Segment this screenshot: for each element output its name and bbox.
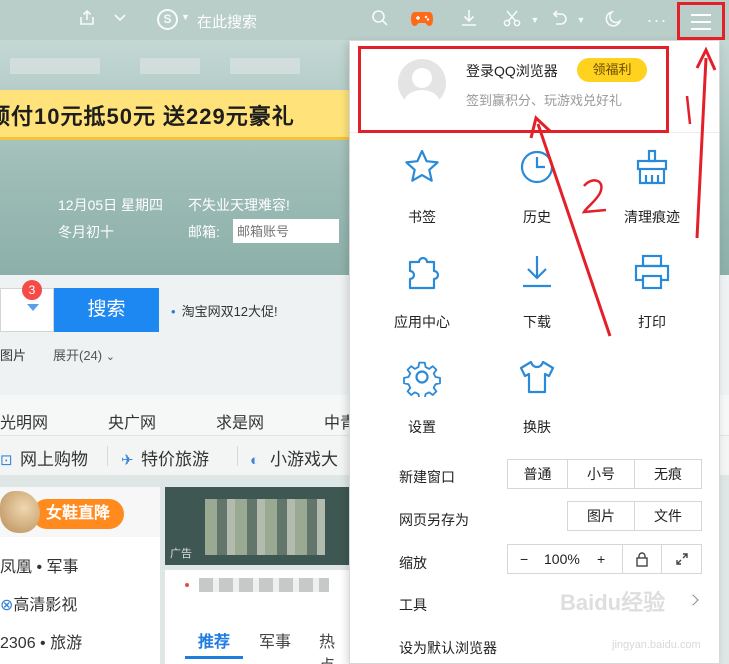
broom-icon [636, 149, 668, 185]
lunar-date: 冬月初十 [58, 224, 114, 240]
share-icon[interactable] [75, 8, 99, 32]
zoom-control: − 100% + [507, 544, 623, 574]
download-icon [523, 256, 551, 288]
site-link[interactable]: 光明网 [0, 409, 48, 433]
undo-caret-icon[interactable]: ▼ [569, 8, 593, 32]
annotation-box-menu [677, 2, 725, 40]
shoe-banner[interactable]: 女鞋直降 [0, 487, 160, 537]
menu-item-tools[interactable]: 工具 [399, 595, 427, 615]
news-tab[interactable]: 推荐 [198, 628, 230, 652]
lock-icon [636, 552, 648, 567]
zoom-in-button[interactable]: + [597, 545, 605, 573]
search-engine-caret-icon[interactable]: ▼ [181, 12, 190, 22]
category-link[interactable]: ◐ 小游戏大 [250, 445, 338, 470]
list-item[interactable]: ⊗高清影视 [0, 591, 77, 615]
puzzle-icon [408, 256, 440, 290]
category-link[interactable]: ✈ 特价旅游 [121, 445, 209, 470]
new-window-normal-button[interactable]: 普通 [507, 459, 568, 489]
game-icon[interactable] [410, 8, 434, 32]
new-window-label: 新建窗口 [399, 469, 455, 485]
browser-toolbar: S ▼ 在此搜索 ▼ ▼ ··· [0, 0, 729, 40]
shopping-icon: ⊡ [0, 452, 13, 469]
toolbar-search-input[interactable]: 在此搜索 [197, 11, 257, 32]
date-text: 12月05日 星期四 [58, 197, 164, 213]
gear-icon [403, 361, 441, 397]
new-window-small-button[interactable]: 小号 [567, 459, 635, 489]
menu-item-clear-traces[interactable]: 清理痕迹 [602, 147, 702, 237]
clock-icon [520, 150, 554, 184]
news-column: 推荐 军事 热点 [165, 570, 350, 664]
news-headline[interactable] [199, 578, 329, 592]
menu-item-settings[interactable]: 设置 [372, 357, 472, 447]
bullet-icon [185, 583, 189, 587]
game-icon: ◐ [250, 452, 260, 469]
left-column: 女鞋直降 凤凰 • 军事 ⊗高清影视 2306 • 旅游 [0, 487, 160, 664]
fullscreen-button[interactable] [661, 544, 702, 574]
chevron-right-icon [687, 594, 699, 606]
save-as-image-button[interactable]: 图片 [567, 501, 635, 531]
film-icon: ⊗ [0, 597, 14, 614]
promo-link[interactable]: • 淘宝网双12大促! [171, 301, 278, 320]
news-tab[interactable]: 军事 [259, 628, 291, 652]
list-item[interactable]: 2306 • 旅游 [0, 629, 82, 653]
search-dropdown-caret-icon[interactable] [27, 304, 39, 311]
menu-item-history[interactable]: 历史 [487, 147, 587, 237]
menu-item-set-default-browser[interactable]: 设为默认浏览器 [399, 638, 497, 658]
video-thumbnail [205, 499, 325, 555]
promo-banner[interactable]: 预付10元抵50元 送229元豪礼 [0, 90, 350, 140]
undo-icon[interactable] [547, 8, 571, 32]
list-item[interactable]: 凤凰 • 军事 [0, 553, 79, 577]
menu-item-app-center[interactable]: 应用中心 [372, 252, 472, 342]
save-as-file-button[interactable]: 文件 [634, 501, 702, 531]
site-link[interactable]: 求是网 [216, 409, 264, 433]
video-ad[interactable]: 广告 [165, 487, 350, 565]
shoe-banner-label: 女鞋直降 [32, 499, 124, 529]
save-as-label: 网页另存为 [399, 512, 469, 528]
annotation-box-login [358, 46, 669, 133]
menu-item-downloads[interactable]: 下载 [487, 252, 587, 342]
shoe-image [0, 491, 40, 533]
search-engine-icon[interactable]: S [157, 9, 178, 30]
scissors-icon[interactable] [500, 8, 524, 32]
browser-menu-panel: 登录QQ浏览器 领福利 签到赢积分、玩游戏兑好礼 书签 历史 清理痕迹 应用中心… [349, 40, 720, 664]
search-icon[interactable] [368, 8, 392, 32]
chevron-down-icon[interactable] [108, 8, 132, 32]
fullscreen-icon [675, 553, 688, 565]
scissors-caret-icon[interactable]: ▼ [523, 8, 547, 32]
news-tab[interactable]: 热点 [319, 628, 350, 664]
chevron-down-icon: ⌄ [105, 351, 115, 363]
printer-icon [634, 254, 670, 290]
zoom-lock-button[interactable] [622, 544, 662, 574]
mailbox-label: 邮箱: [188, 224, 220, 240]
notification-badge: 3 [22, 280, 42, 300]
menu-item-bookmarks[interactable]: 书签 [372, 147, 472, 237]
more-icon[interactable]: ··· [645, 8, 669, 32]
shirt-icon [519, 360, 555, 394]
watermark: Baidu经验 [560, 590, 666, 615]
new-window-incognito-button[interactable]: 无痕 [634, 459, 702, 489]
slogan-link[interactable]: 不失业天理难容! [188, 195, 290, 215]
search-button[interactable]: 搜索 [54, 288, 159, 332]
mailbox-input[interactable] [233, 219, 339, 243]
night-mode-icon[interactable] [600, 8, 624, 32]
travel-icon: ✈ [121, 452, 134, 469]
active-tab-indicator [185, 656, 243, 659]
watermark-url: jingyan.baidu.com [612, 639, 701, 651]
menu-item-skins[interactable]: 换肤 [487, 357, 587, 447]
ad-tag: 广告 [170, 548, 192, 560]
expand-toggle[interactable]: 展开(24) ⌄ [53, 345, 115, 364]
menu-item-print[interactable]: 打印 [602, 252, 702, 342]
star-icon [405, 149, 439, 182]
zoom-out-button[interactable]: − [520, 545, 528, 573]
category-link[interactable]: ⊡ 网上购物 [0, 445, 88, 470]
tab-images[interactable]: 图片 [0, 345, 26, 364]
site-link[interactable]: 央广网 [108, 409, 156, 433]
promo-banner-text: 预付10元抵50元 送229元豪礼 [0, 104, 295, 129]
zoom-label: 缩放 [399, 555, 427, 571]
zoom-value: 100% [544, 551, 580, 567]
bullet-icon: • [171, 304, 176, 319]
download-icon[interactable] [457, 8, 481, 32]
